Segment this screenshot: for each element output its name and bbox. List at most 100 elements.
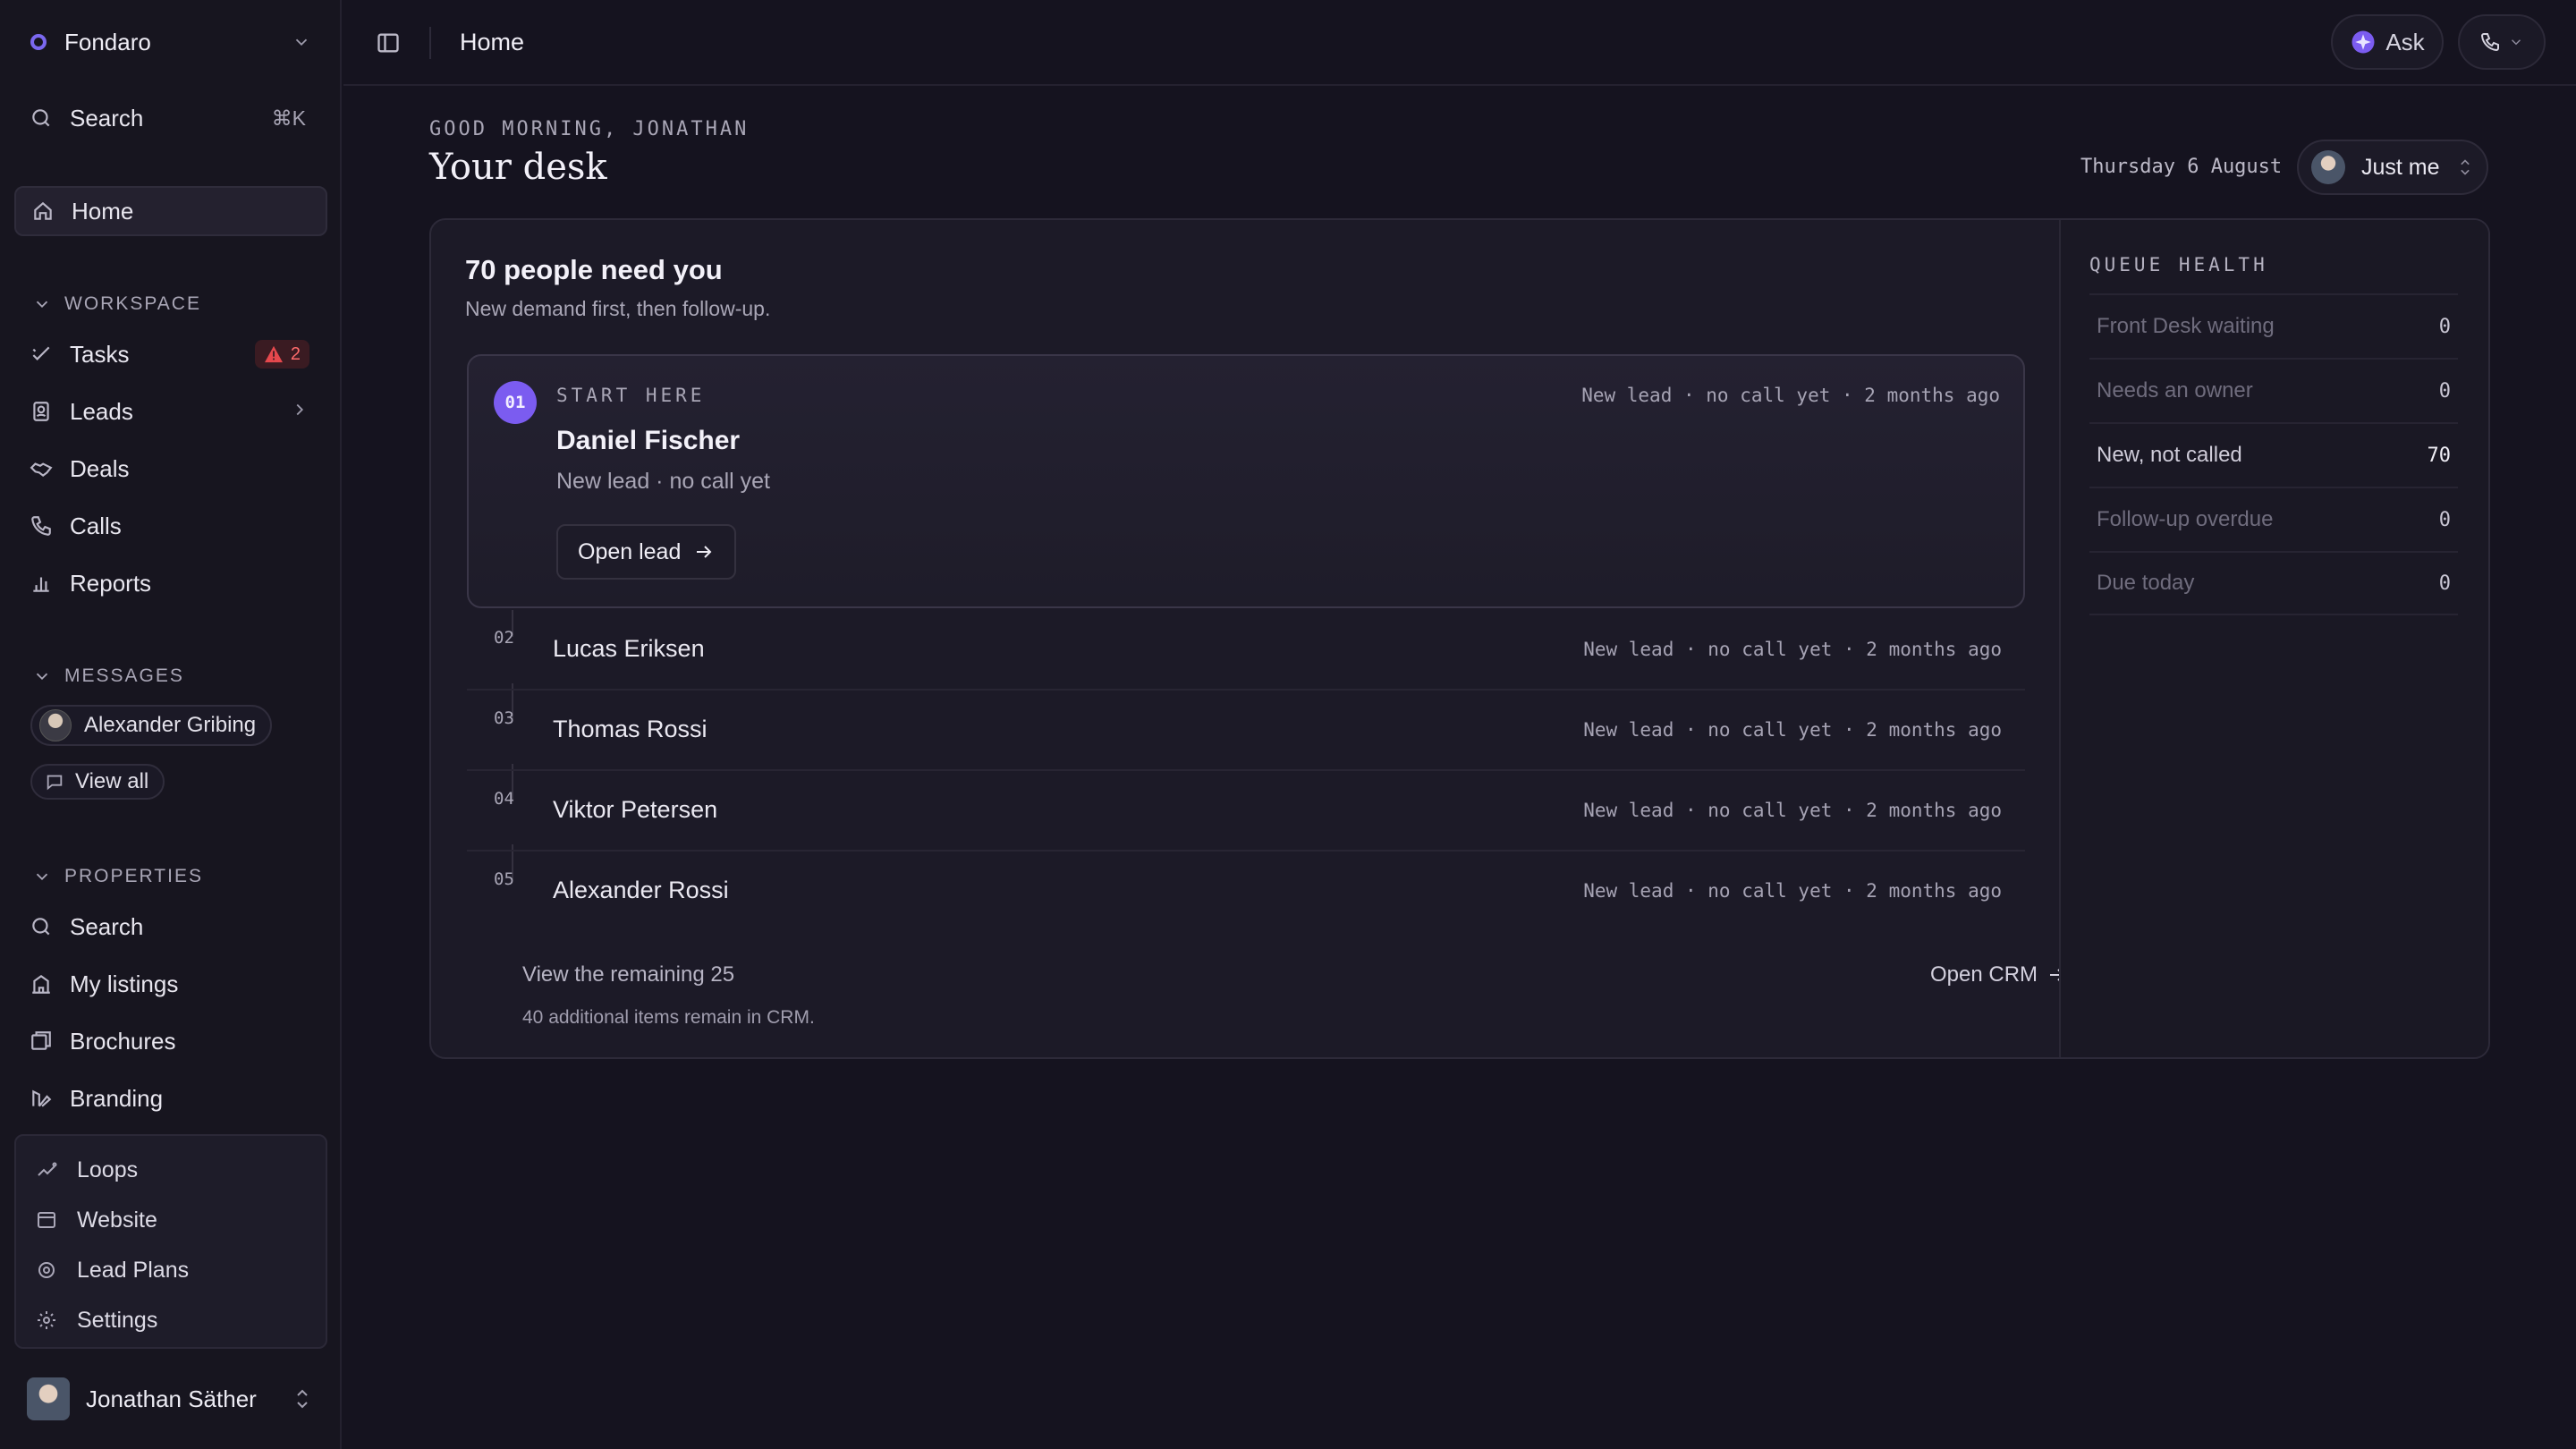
button-label: Open lead xyxy=(578,538,682,564)
desk-title: Your desk xyxy=(429,147,607,188)
chevron-down-icon xyxy=(36,301,48,309)
sidebar-item-label: Search xyxy=(70,912,144,940)
lead-row[interactable]: 04 Viktor Petersen New lead · no call ye… xyxy=(467,771,2025,852)
sidebar-item-label: Deals xyxy=(70,454,130,482)
queue-health-row: Due today 0 xyxy=(2089,551,2458,615)
metric-value: 0 xyxy=(2438,572,2451,595)
sidebar-item-tasks[interactable]: Tasks 2 xyxy=(14,329,327,379)
sidebar-item-brochures[interactable]: Brochures xyxy=(14,1016,327,1066)
sidebar-item-branding[interactable]: Branding xyxy=(14,1073,327,1123)
target-icon xyxy=(36,1258,61,1283)
menu-item-loops[interactable]: Loops xyxy=(36,1148,138,1191)
chevron-down-icon xyxy=(36,873,48,881)
properties-section-header[interactable]: PROPERTIES xyxy=(32,859,203,894)
arrow-right-icon xyxy=(693,541,715,563)
priority-lead-card[interactable]: 01 START HERE New lead · no call yet · 2… xyxy=(467,354,2025,608)
queue-health-row: Front Desk waiting 0 xyxy=(2089,293,2458,358)
home-icon xyxy=(30,199,55,224)
phone-icon xyxy=(29,513,54,538)
metric-label: Follow-up overdue xyxy=(2097,507,2274,531)
sidebar-item-label: Brochures xyxy=(70,1027,176,1055)
queue-subline: New demand first, then follow-up. xyxy=(465,297,771,320)
chevron-right-icon xyxy=(290,398,309,426)
badge-count: 2 xyxy=(290,343,301,364)
sidebar-item-home[interactable]: Home xyxy=(14,186,327,236)
sidebar: Fondaro Search ⌘K Home WORKSPACE Tasks 2… xyxy=(0,0,342,1449)
user-switcher[interactable]: Jonathan Säther xyxy=(14,1372,327,1426)
queue-health-title: QUEUE HEALTH xyxy=(2089,254,2268,275)
menu-item-lead-plans[interactable]: Lead Plans xyxy=(36,1249,189,1292)
phone-dropdown-button[interactable] xyxy=(2458,14,2546,70)
palette-icon xyxy=(29,1086,54,1111)
queue-health-panel: QUEUE HEALTH Front Desk waiting 0 Needs … xyxy=(2059,220,2488,1057)
lead-meta: New lead · no call yet · 2 months ago xyxy=(1581,385,2000,406)
sidebar-item-leads[interactable]: Leads xyxy=(14,386,327,436)
tools-menu: Loops Website Lead Plans Settings xyxy=(14,1134,327,1349)
view-all-messages[interactable]: View all xyxy=(30,764,165,800)
lead-row[interactable]: 05 Alexander Rossi New lead · no call ye… xyxy=(467,852,2025,932)
row-meta: New lead · no call yet · 2 months ago xyxy=(1583,800,2002,821)
workspace-section-header[interactable]: WORKSPACE xyxy=(32,286,201,322)
warning-icon xyxy=(264,345,283,363)
chevron-up-down-icon xyxy=(292,1386,313,1416)
message-contact-chip[interactable]: Alexander Gribing xyxy=(30,705,273,746)
row-name: Lucas Eriksen xyxy=(553,635,705,662)
avatar xyxy=(39,709,72,741)
date-label: Thursday 6 August xyxy=(2080,156,2283,178)
queue-health-row: Follow-up overdue 0 xyxy=(2089,487,2458,551)
metric-label: Due today xyxy=(2097,571,2195,595)
sidebar-item-label: My listings xyxy=(70,970,179,997)
ask-button[interactable]: Ask xyxy=(2331,14,2444,70)
top-bar: Home Ask xyxy=(343,0,2576,86)
view-remaining-link[interactable]: View the remaining 25 xyxy=(522,962,734,987)
row-name: Viktor Petersen xyxy=(553,796,718,823)
org-logo-icon xyxy=(30,34,47,50)
lead-name: Daniel Fischer xyxy=(556,426,741,455)
sidebar-item-reports[interactable]: Reports xyxy=(14,558,327,608)
sidebar-item-property-search[interactable]: Search xyxy=(14,902,327,952)
search-icon xyxy=(29,106,54,131)
tasks-alert-badge: 2 xyxy=(254,340,309,369)
row-rank: 02 xyxy=(494,628,514,648)
sidebar-item-label: Home xyxy=(72,197,134,225)
lead-row[interactable]: 02 Lucas Eriksen New lead · no call yet … xyxy=(467,610,2025,691)
lead-detail: New lead · no call yet xyxy=(556,469,771,494)
chevron-up-down-icon xyxy=(2456,156,2474,183)
page-title: Home xyxy=(460,29,525,55)
toggle-sidebar-icon[interactable] xyxy=(376,30,401,60)
browser-icon xyxy=(36,1208,61,1233)
main-content: GOOD MORNING, JONATHAN Your desk Thursda… xyxy=(343,88,2576,1449)
queue-headline: 70 people need you xyxy=(465,254,723,285)
section-title: WORKSPACE xyxy=(64,293,201,314)
messages-section-header[interactable]: MESSAGES xyxy=(32,658,184,694)
sidebar-search[interactable]: Search ⌘K xyxy=(14,93,327,143)
menu-item-label: Settings xyxy=(77,1307,158,1333)
sidebar-item-deals[interactable]: Deals xyxy=(14,444,327,494)
loop-icon xyxy=(36,1157,61,1182)
row-meta: New lead · no call yet · 2 months ago xyxy=(1583,719,2002,741)
sidebar-item-calls[interactable]: Calls xyxy=(14,501,327,551)
building-icon xyxy=(29,971,54,996)
open-crm-link[interactable]: Open CRM xyxy=(1930,962,2068,987)
metric-value: 0 xyxy=(2438,315,2451,338)
metric-value: 0 xyxy=(2438,508,2451,531)
row-name: Alexander Rossi xyxy=(553,877,729,903)
contact-book-icon xyxy=(29,399,54,424)
bar-chart-icon xyxy=(29,571,54,596)
scope-selector[interactable]: Just me xyxy=(2297,140,2488,195)
user-name: Jonathan Säther xyxy=(86,1385,257,1412)
org-switcher[interactable]: Fondaro xyxy=(14,16,327,68)
ask-label: Ask xyxy=(2385,28,2425,55)
open-lead-button[interactable]: Open lead xyxy=(556,524,737,580)
lead-row[interactable]: 03 Thomas Rossi New lead · no call yet ·… xyxy=(467,691,2025,771)
sidebar-item-my-listings[interactable]: My listings xyxy=(14,959,327,1009)
scope-label: Just me xyxy=(2361,154,2440,180)
queue-health-row: New, not called 70 xyxy=(2089,422,2458,487)
check-icon xyxy=(29,342,54,367)
remaining-note: 40 additional items remain in CRM. xyxy=(522,1007,815,1028)
phone-icon xyxy=(2479,31,2501,53)
section-title: MESSAGES xyxy=(64,665,184,686)
menu-item-website[interactable]: Website xyxy=(36,1199,157,1241)
view-all-label: View all xyxy=(75,769,149,793)
menu-item-settings[interactable]: Settings xyxy=(36,1299,157,1342)
